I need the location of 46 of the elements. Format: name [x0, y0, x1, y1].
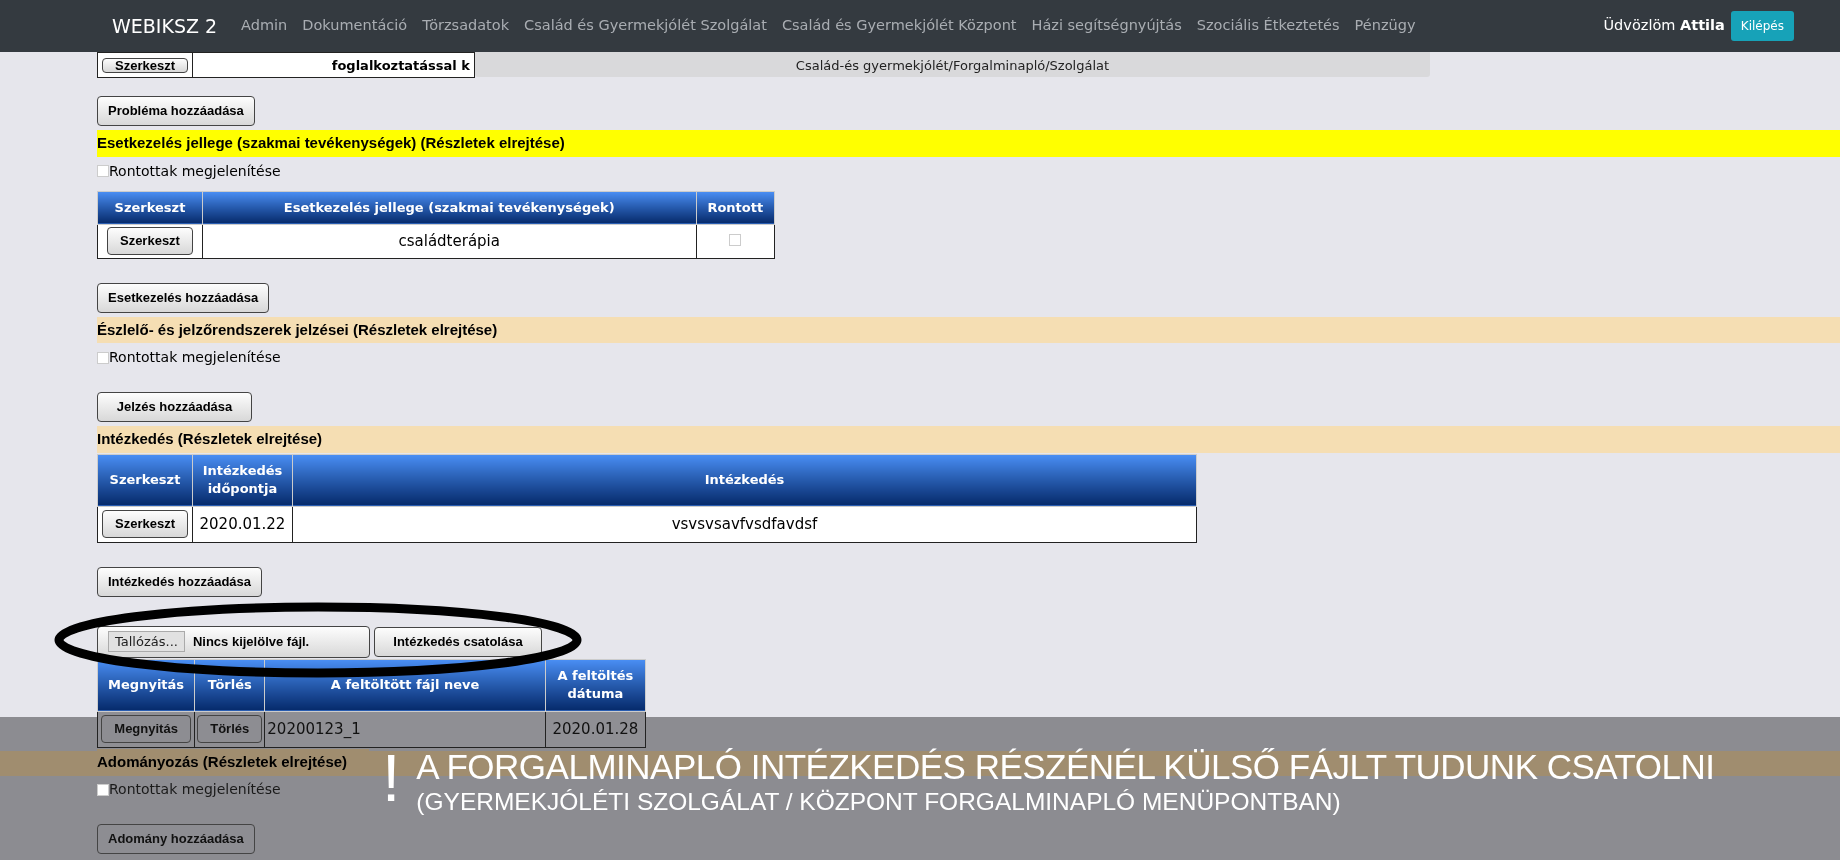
caption-title: A FORGALMINAPLÓ INTÉZKEDÉS RÉSZÉNÉL KÜLSŐ FÁJLT TUDUNK CSATOLNI	[416, 747, 1715, 787]
section-header[interactable]: Intézkedés (Részletek elrejtése)	[97, 426, 1840, 453]
column-header: Intézkedés időpontja	[192, 454, 293, 506]
action-button[interactable]: Törlés	[197, 715, 263, 743]
table-cell-text: foglalkoztatással k	[331, 58, 471, 73]
nav-link[interactable]: Törzsadatok	[422, 15, 510, 37]
table-cell: 2020.01.28	[545, 711, 646, 747]
table-cell: családterápia	[202, 224, 697, 258]
column-header: Rontott	[696, 191, 775, 224]
column-header: Intézkedés	[292, 454, 1197, 506]
checkbox-label: Rontottak megjelenítése	[109, 780, 281, 799]
caption-subtitle: (GYERMEKJÓLÉTI SZOLGÁLAT / KÖZPONT FORGALMINAPLÓ MENÜPONTBAN)	[416, 787, 1342, 817]
nav-link[interactable]: Dokumentáció	[302, 15, 408, 37]
nav-link[interactable]: Szociális Étkeztetés	[1196, 15, 1340, 37]
table-cell: 2020.01.22	[192, 506, 293, 542]
greeting-text: Üdvözlöm Attila	[1603, 16, 1725, 36]
action-button[interactable]: Probléma hozzáadása	[97, 96, 255, 126]
column-header: Szerkeszt	[97, 191, 203, 224]
action-button[interactable]: Szerkeszt	[102, 58, 188, 73]
action-button[interactable]: Megnyitás	[101, 715, 191, 743]
action-button[interactable]: Szerkeszt	[102, 510, 188, 538]
action-button[interactable]: Intézkedés csatolása	[374, 626, 542, 657]
section-header[interactable]: Esetkezelés jellege (szakmai tevékenységek) (Részletek elrejtése)	[97, 130, 1840, 157]
file-input[interactable]: Tallózás... Nincs kijelölve fájl.	[97, 625, 370, 658]
section-header[interactable]: Észlelő- és jelzőrendszerek jelzései (Részletek elrejtése)	[97, 316, 1840, 343]
browse-button[interactable]: Tallózás...	[108, 630, 185, 653]
action-button[interactable]: Intézkedés hozzáadása	[97, 566, 263, 597]
table-cell: 20200123_1	[264, 711, 546, 747]
column-header: Szerkeszt	[97, 454, 193, 506]
nav-link[interactable]: Család és Gyermekjólét Központ	[781, 15, 1017, 37]
checkbox-label: Rontottak megjelenítése	[109, 348, 281, 367]
nav-link[interactable]: Pénzügy	[1354, 15, 1416, 37]
column-header: Esetkezelés jellege (szakmai tevékenységek)	[202, 191, 697, 224]
table-cell: vsvsvsavfvsdfavdsf	[292, 506, 1197, 542]
column-header: A feltöltés dátuma	[545, 659, 646, 711]
nav-link[interactable]: Házi segítségnyújtás	[1031, 15, 1182, 37]
breadcrumb-bar: Család-és gyermekjólét/Forgalminapló/Szolgálat	[475, 52, 1430, 77]
file-status-text: Nincs kijelölve fájl.	[192, 632, 310, 651]
action-button[interactable]: Jelzés hozzáadása	[97, 392, 252, 422]
action-button[interactable]: Esetkezelés hozzáadása	[97, 282, 270, 313]
action-button[interactable]: Adomány hozzáadása	[97, 824, 255, 854]
checkbox-label: Rontottak megjelenítése	[109, 161, 281, 181]
nav-link[interactable]: Család és Gyermekjólét Szolgálat	[524, 15, 767, 37]
action-button[interactable]: Szerkeszt	[106, 227, 193, 255]
nav-link[interactable]: Admin	[241, 15, 288, 37]
brand-logo[interactable]: WEBIKSZ 2	[112, 11, 218, 41]
